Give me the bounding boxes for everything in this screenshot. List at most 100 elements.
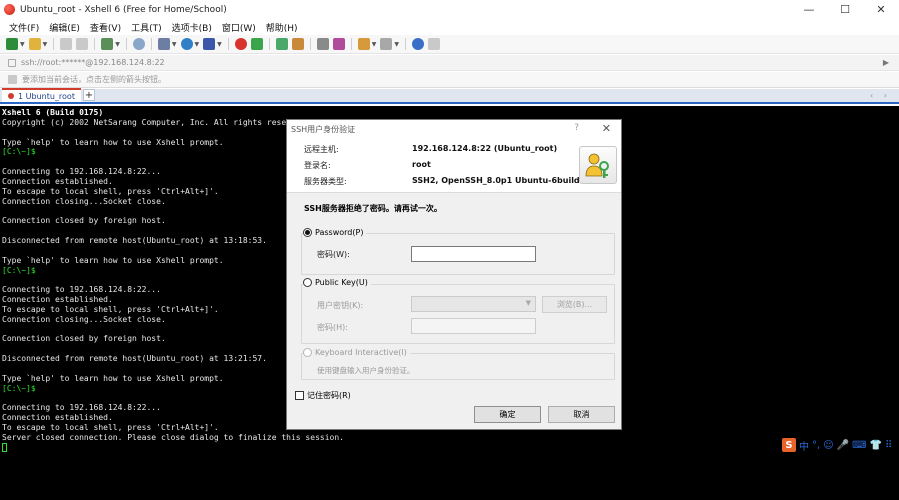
tab-label: 1 Ubuntu_root: [18, 91, 75, 101]
menu-bar: 文件(F) 编辑(E) 查看(V) 工具(T) 选项卡(B) 窗口(W) 帮助(…: [0, 19, 899, 35]
properties-icon[interactable]: [157, 38, 170, 50]
remember-password-label: 记住密码(R): [307, 391, 351, 400]
remote-host-value: 192.168.124.8:22 (Ubuntu_root): [412, 144, 558, 153]
link-icon[interactable]: [60, 38, 73, 50]
maximize-button[interactable]: ☐: [827, 0, 863, 19]
reconnect-icon[interactable]: [101, 38, 114, 50]
passphrase-label: 密码(H):: [317, 323, 348, 332]
minimize-button[interactable]: —: [791, 0, 827, 19]
ime-emoji-icon[interactable]: ☺: [823, 440, 833, 451]
xshell-app-icon: [4, 4, 15, 15]
terminal-line: Xshell 6 (Build 0175): [2, 108, 104, 117]
window-title: Ubuntu_root - Xshell 6 (Free for Home/Sc…: [20, 4, 227, 15]
public-key-radio-option[interactable]: Public Key(U): [303, 278, 371, 287]
remote-host-label: 远程主机:: [304, 145, 339, 154]
title-bar: Ubuntu_root - Xshell 6 (Free for Home/Sc…: [0, 0, 899, 19]
tab-status-icon: [8, 93, 14, 99]
fullscreen-icon[interactable]: [275, 38, 288, 50]
browse-button: 浏览(B)...: [542, 296, 607, 313]
dialog-body: SSH服务器拒绝了密码。请再试一次。 Password(P) 密码(W): Pu…: [287, 192, 621, 429]
ime-toolbar: S 中 °, ☺ 🎤 ⌨ 👕 ⠿: [782, 437, 892, 453]
user-key-label: 用户密钥(K):: [317, 301, 364, 310]
menu-tab[interactable]: 选项卡(B): [167, 21, 217, 34]
ime-voice-icon[interactable]: 🎤: [837, 440, 849, 451]
session-icon[interactable]: [8, 75, 17, 84]
layout-icon[interactable]: [380, 38, 393, 50]
address-field[interactable]: ssh://root:******@192.168.124.8:22: [21, 58, 165, 67]
password-radio[interactable]: [303, 228, 312, 237]
sogou-logo-icon[interactable]: S: [782, 438, 796, 452]
passphrase-input: [411, 318, 536, 334]
xmanager-icon[interactable]: [250, 38, 263, 50]
ok-button-label: 确定: [499, 410, 516, 419]
server-type-value: SSH2, OpenSSH_8.0p1 Ubuntu-6build1: [412, 176, 586, 185]
ime-keyboard-icon[interactable]: ⌨: [852, 440, 866, 451]
ssh-auth-dialog: SSH用户身份验证 ? ✕ 远程主机: 192.168.124.8:22 (Ub…: [286, 119, 622, 430]
keyboard-interactive-hint: 使用键盘输入用户身份验证。: [317, 366, 415, 375]
browse-button-label: 浏览(B)...: [556, 300, 593, 309]
search-icon[interactable]: [132, 38, 145, 50]
dialog-close-button[interactable]: ✕: [602, 122, 611, 135]
menu-window[interactable]: 窗口(W): [217, 21, 261, 34]
session-hint-text: 要添加当前会话，点击左侧的箭头按钮。: [22, 75, 166, 84]
dialog-help-button[interactable]: ?: [574, 123, 579, 133]
menu-view[interactable]: 查看(V): [85, 21, 126, 34]
session-hint-bar: 要添加当前会话，点击左侧的箭头按钮。: [0, 72, 899, 88]
cancel-button[interactable]: 取消: [548, 406, 615, 423]
window-controls: — ☐ ✕: [791, 0, 899, 19]
ime-menu-icon[interactable]: ⠿: [885, 440, 892, 451]
keyboard-icon[interactable]: [316, 38, 329, 50]
server-type-label: 服务器类型:: [304, 177, 347, 186]
pen-icon[interactable]: [332, 38, 345, 50]
color-icon[interactable]: [203, 38, 216, 50]
remember-password-option[interactable]: 记住密码(R): [295, 390, 351, 401]
user-key-select: ▼: [411, 296, 536, 312]
xftp-icon[interactable]: [234, 38, 247, 50]
terminal-line: Server closed connection. Please close d…: [2, 432, 344, 442]
dialog-title: SSH用户身份验证: [291, 124, 356, 134]
keyboard-interactive-radio-option: Keyboard Interactive(I): [303, 348, 410, 357]
lock-icon[interactable]: [291, 38, 304, 50]
password-input[interactable]: [411, 246, 536, 262]
open-folder-icon[interactable]: [28, 38, 41, 50]
tab-bar: 1 Ubuntu_root + ‹ ›: [0, 88, 899, 104]
menu-file[interactable]: 文件(F): [4, 21, 44, 34]
password-radio-label: Password(P): [315, 228, 364, 237]
terminal-cursor-line: [2, 442, 344, 453]
auth-error-message: SSH服务器拒绝了密码。请再试一次。: [304, 204, 442, 213]
toolbar: ▼ ▼ ▼ ▼ ▼ ▼ ▼ ▼: [0, 35, 899, 54]
close-button[interactable]: ✕: [863, 0, 899, 19]
help-icon[interactable]: [412, 38, 424, 50]
script-icon[interactable]: [357, 38, 370, 50]
public-key-radio-label: Public Key(U): [315, 278, 368, 287]
address-bar: ssh://root:******@192.168.124.8:22 ▶: [0, 55, 899, 71]
keyboard-interactive-radio: [303, 348, 312, 357]
keyboard-interactive-label: Keyboard Interactive(I): [315, 348, 407, 357]
password-label: 密码(W):: [317, 250, 350, 259]
ime-punctuation-icon[interactable]: °,: [812, 440, 820, 451]
new-session-icon[interactable]: [6, 38, 18, 50]
ok-button[interactable]: 确定: [474, 406, 541, 423]
menu-tools[interactable]: 工具(T): [126, 21, 167, 34]
globe-icon[interactable]: [180, 38, 193, 50]
address-icon: [8, 58, 16, 67]
chat-icon[interactable]: [428, 38, 440, 50]
terminal-cursor: [2, 442, 7, 452]
add-tab-button[interactable]: +: [82, 89, 95, 101]
login-name-value: root: [412, 160, 431, 169]
menu-help[interactable]: 帮助(H): [261, 21, 303, 34]
tab-ubuntu-root[interactable]: 1 Ubuntu_root: [2, 88, 81, 102]
password-radio-option[interactable]: Password(P): [303, 228, 367, 237]
public-key-radio[interactable]: [303, 278, 312, 287]
remember-password-checkbox[interactable]: [295, 391, 304, 400]
tab-nav-arrows[interactable]: ‹ ›: [870, 91, 891, 100]
ime-skin-icon[interactable]: 👕: [870, 440, 882, 451]
public-key-group: [301, 284, 615, 344]
disconnect-icon[interactable]: [76, 38, 89, 50]
ime-chinese-toggle[interactable]: 中: [799, 438, 809, 453]
address-arrow-icon[interactable]: ▶: [883, 58, 889, 67]
chevron-down-icon: ▼: [525, 299, 531, 307]
cancel-button-label: 取消: [573, 410, 590, 419]
login-name-label: 登录名:: [304, 161, 331, 170]
menu-edit[interactable]: 编辑(E): [44, 21, 85, 34]
